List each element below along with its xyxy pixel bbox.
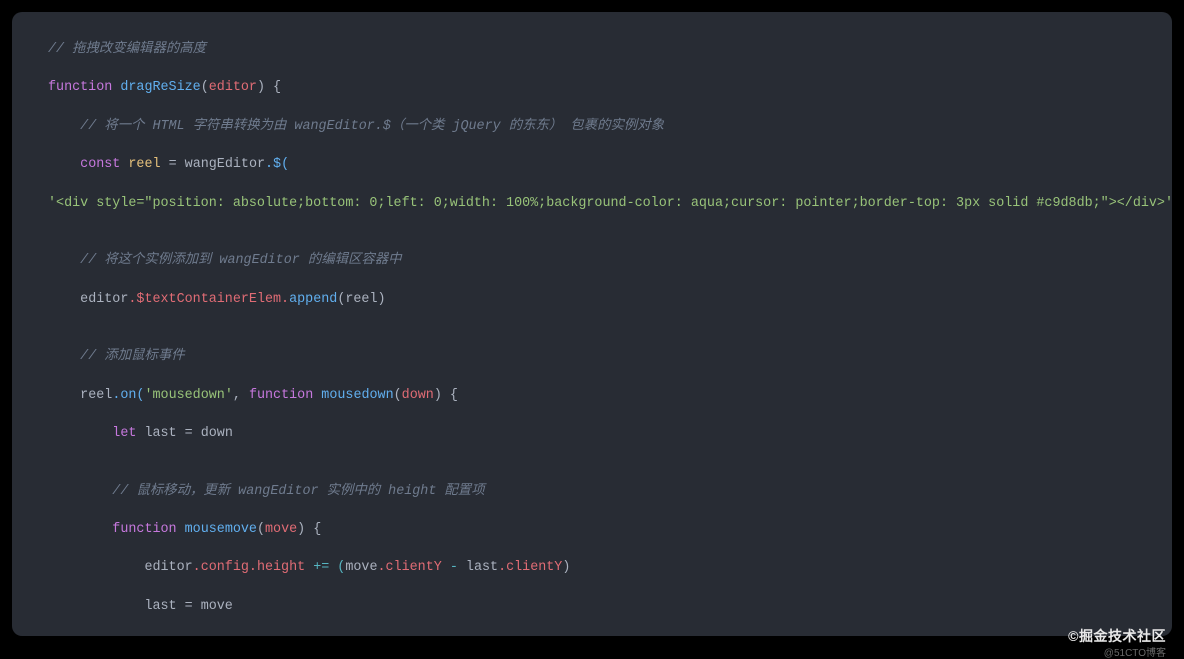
var-last: last <box>144 426 176 441</box>
param-down: down <box>402 388 434 403</box>
mousedown-str: 'mousedown' <box>144 388 232 403</box>
dollar-fn: .$( <box>265 157 289 172</box>
move: move <box>345 560 377 575</box>
paren-close: ) <box>562 560 570 575</box>
editor: editor <box>144 560 192 575</box>
comment: // 将这个实例添加到 wangEditor 的编辑区容器中 <box>80 253 401 268</box>
eq: = <box>161 157 185 172</box>
clientY: .clientY <box>498 560 562 575</box>
var-reel: reel <box>128 157 160 172</box>
keyword-const: const <box>80 157 120 172</box>
code-block: // 拖拽改变编辑器的高度 function dragReSize(editor… <box>12 40 1172 636</box>
editor: editor <box>80 292 128 307</box>
param: editor <box>209 80 257 95</box>
comment: // 鼠标移动，更新 wangEditor 实例中的 height 配置项 <box>112 484 484 499</box>
on-method: .on( <box>112 388 144 403</box>
last: last <box>144 599 176 614</box>
minus: - <box>442 560 466 575</box>
code-panel: // 拖拽改变编辑器的高度 function dragReSize(editor… <box>12 12 1172 636</box>
brace: { <box>265 80 281 95</box>
reel-arg: reel <box>345 292 377 307</box>
clientY: .clientY <box>378 560 442 575</box>
pluseq: += ( <box>305 560 345 575</box>
keyword-let: let <box>112 426 136 441</box>
comment: // 添加鼠标事件 <box>80 349 184 364</box>
keyword-function: function <box>48 80 112 95</box>
param-move: move <box>265 522 297 537</box>
down: down <box>201 426 233 441</box>
watermark-juejin: ©掘金技术社区 <box>1068 626 1166 646</box>
reel: reel <box>80 388 112 403</box>
keyword-function: function <box>112 522 176 537</box>
function-name: dragReSize <box>120 80 200 95</box>
fn-mousedown: mousedown <box>321 388 393 403</box>
comment: // 拖拽改变编辑器的高度 <box>48 42 206 57</box>
fn-mousemove: mousemove <box>185 522 257 537</box>
keyword-function: function <box>249 388 313 403</box>
comment: // 将一个 HTML 字符串转换为由 wangEditor.$（一个类 jQu… <box>80 119 664 134</box>
last: last <box>466 560 498 575</box>
wangEditor: wangEditor <box>185 157 265 172</box>
append: append <box>289 292 337 307</box>
move: move <box>201 599 233 614</box>
watermark-51cto: @51CTO博客 <box>1104 644 1166 659</box>
eq: = <box>177 426 201 441</box>
prop-textcontainer: .$textContainerElem. <box>128 292 289 307</box>
comma: , <box>233 388 249 403</box>
eq: = <box>177 599 201 614</box>
html-string: '<div style="position: absolute;bottom: … <box>48 196 1172 211</box>
config-height: .config.height <box>193 560 306 575</box>
